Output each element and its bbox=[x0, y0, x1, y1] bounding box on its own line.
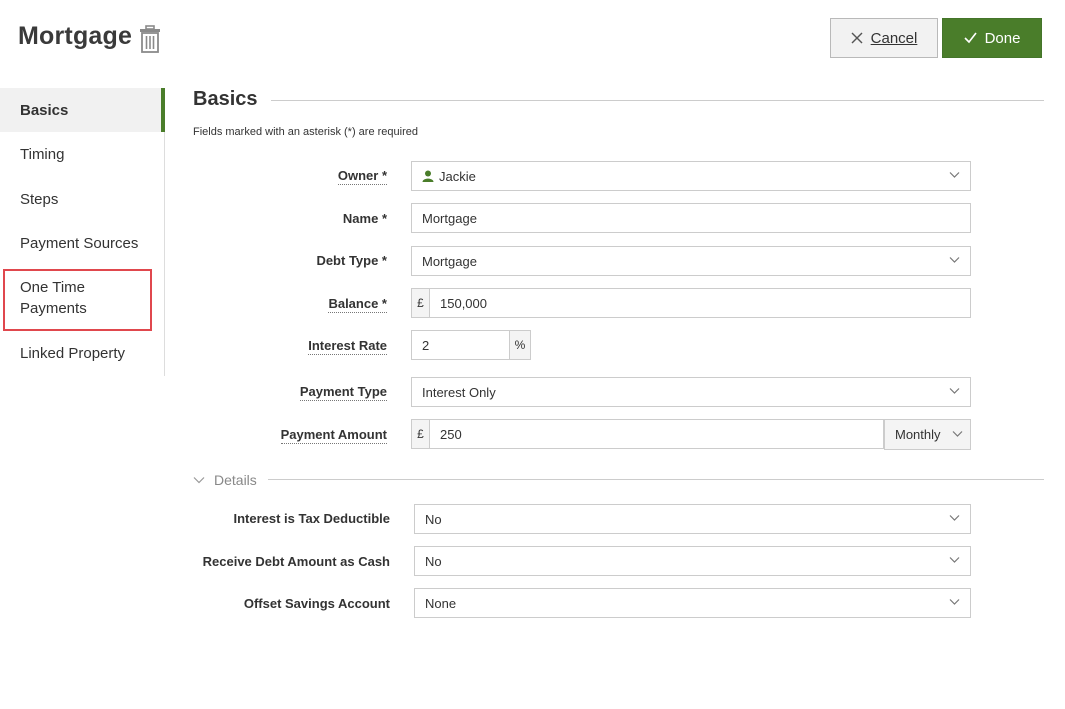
chevron-down-icon bbox=[949, 515, 960, 521]
cancel-button[interactable]: Cancel bbox=[830, 18, 938, 58]
chevron-down-icon bbox=[949, 172, 960, 178]
tax-deductible-select[interactable]: No bbox=[414, 504, 971, 534]
tax-deductible-label: Interest is Tax Deductible bbox=[233, 511, 390, 526]
payment-amount-value: 250 bbox=[440, 426, 462, 442]
payment-amount-input[interactable]: 250 bbox=[429, 419, 884, 449]
interest-rate-unit: % bbox=[509, 330, 531, 360]
details-title: Details bbox=[214, 472, 257, 488]
sidebar-item-timing[interactable]: Timing bbox=[0, 132, 164, 176]
cancel-label: Cancel bbox=[870, 29, 918, 47]
payment-amount-currency: £ bbox=[411, 419, 430, 449]
sidebar-item-steps[interactable]: Steps bbox=[0, 177, 164, 221]
details-divider bbox=[268, 479, 1044, 480]
check-icon bbox=[963, 32, 977, 44]
debt-type-label: Debt Type * bbox=[316, 253, 387, 268]
owner-value: Jackie bbox=[439, 168, 476, 184]
interest-rate-input[interactable]: 2 bbox=[411, 330, 510, 360]
owner-label: Owner * bbox=[337, 168, 387, 185]
payment-type-select[interactable]: Interest Only bbox=[411, 377, 971, 407]
sidebar: Basics Timing Steps Payment Sources One … bbox=[0, 88, 165, 376]
name-label: Name * bbox=[342, 211, 387, 226]
name-value: Mortgage bbox=[422, 210, 477, 226]
balance-input[interactable]: 150,000 bbox=[429, 288, 971, 318]
owner-select[interactable]: Jackie bbox=[411, 161, 971, 191]
balance-label: Balance * bbox=[328, 296, 387, 313]
chevron-down-icon bbox=[952, 431, 963, 437]
debt-type-value: Mortgage bbox=[422, 253, 477, 269]
sidebar-item-payment-sources[interactable]: Payment Sources bbox=[0, 221, 164, 265]
payment-amount-label: Payment Amount bbox=[280, 427, 387, 444]
page-title: Mortgage bbox=[18, 22, 133, 50]
offset-account-label: Offset Savings Account bbox=[243, 596, 390, 611]
chevron-down-icon bbox=[193, 477, 205, 484]
receive-cash-label: Receive Debt Amount as Cash bbox=[202, 554, 390, 569]
chevron-down-icon bbox=[949, 557, 960, 563]
sidebar-item-basics[interactable]: Basics bbox=[0, 88, 165, 132]
name-input[interactable]: Mortgage bbox=[411, 203, 971, 233]
debt-type-select[interactable]: Mortgage bbox=[411, 246, 971, 276]
receive-cash-select[interactable]: No bbox=[414, 546, 971, 576]
required-note: Fields marked with an asterisk (*) are r… bbox=[193, 126, 418, 138]
payment-frequency-select[interactable]: Monthly bbox=[884, 419, 971, 450]
section-title-basics: Basics bbox=[193, 88, 258, 110]
offset-account-select[interactable]: None bbox=[414, 588, 971, 618]
user-icon bbox=[422, 170, 434, 182]
balance-currency: £ bbox=[411, 288, 430, 318]
tax-deductible-value: No bbox=[425, 511, 442, 527]
offset-account-value: None bbox=[425, 595, 457, 611]
done-label: Done bbox=[984, 29, 1021, 47]
chevron-down-icon bbox=[949, 388, 960, 394]
trash-icon[interactable] bbox=[139, 25, 161, 53]
details-toggle[interactable]: Details bbox=[193, 472, 257, 488]
section-divider bbox=[271, 100, 1044, 101]
receive-cash-value: No bbox=[425, 553, 442, 569]
payment-type-label: Payment Type bbox=[299, 384, 387, 401]
chevron-down-icon bbox=[949, 257, 960, 263]
done-button[interactable]: Done bbox=[942, 18, 1042, 58]
balance-value: 150,000 bbox=[440, 295, 487, 311]
interest-rate-label: Interest Rate bbox=[308, 338, 387, 355]
interest-rate-value: 2 bbox=[422, 337, 430, 353]
sidebar-item-one-time-payments[interactable]: One Time Payments bbox=[0, 276, 164, 320]
payment-type-value: Interest Only bbox=[422, 384, 496, 400]
chevron-down-icon bbox=[949, 599, 960, 605]
payment-frequency-value: Monthly bbox=[895, 427, 941, 442]
close-icon bbox=[851, 32, 863, 44]
sidebar-item-linked-property[interactable]: Linked Property bbox=[0, 331, 164, 375]
